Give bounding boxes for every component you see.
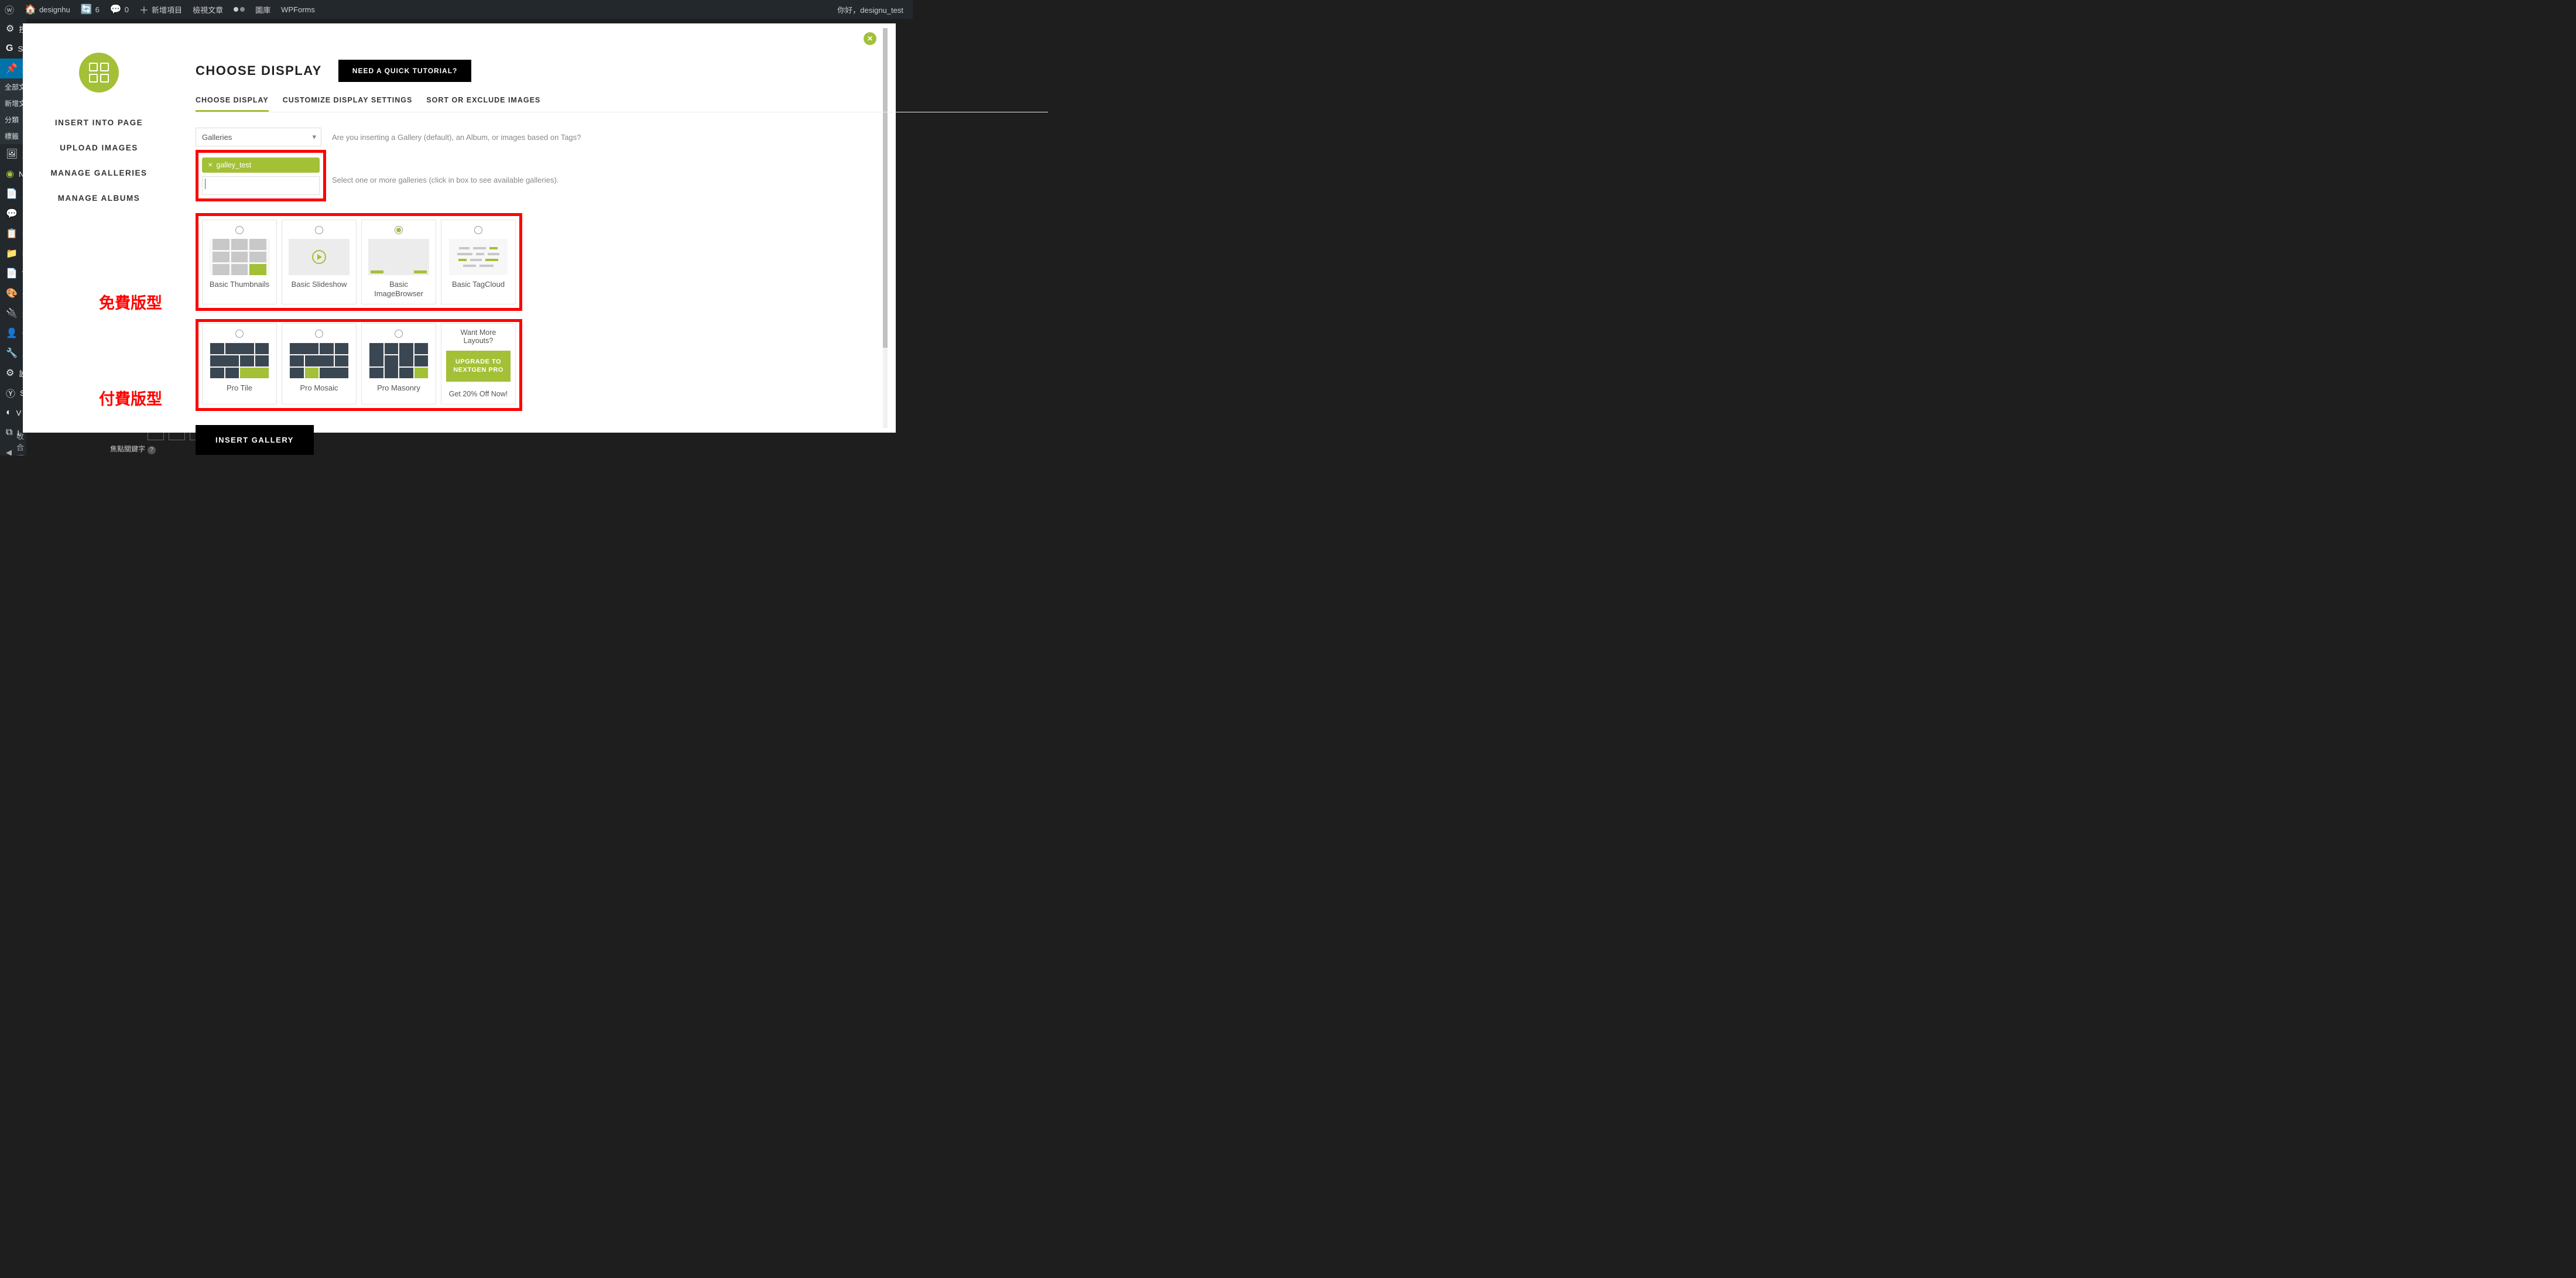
radio-icon[interactable] <box>395 226 403 234</box>
insert-gallery-button[interactable]: INSERT GALLERY <box>196 425 314 455</box>
display-basic-thumbnails[interactable]: Basic Thumbnails <box>202 220 277 304</box>
radio-icon[interactable] <box>395 330 403 338</box>
upgrade-button[interactable]: UPGRADE TO NEXTGEN PRO <box>446 351 511 382</box>
nextgen-modal: ✕ INSERT INTO PAGE UPLOAD IMAGES MANAGE … <box>23 23 896 433</box>
pro-display-group: Pro Tile Pro Mosaic <box>196 319 522 411</box>
upgrade-card: Want More Layouts? UPGRADE TO NEXTGEN PR… <box>441 323 516 405</box>
nextgen-logo-icon <box>79 53 119 92</box>
page-title: CHOOSE DISPLAY <box>196 63 322 78</box>
wp-logo-icon[interactable]: ⓦ <box>5 2 14 16</box>
radio-icon[interactable] <box>235 330 244 338</box>
sidebar-manage-galleries[interactable]: MANAGE GALLERIES <box>23 160 175 186</box>
view-post-link[interactable]: 檢視文章 <box>193 4 223 15</box>
radio-icon[interactable] <box>315 330 323 338</box>
display-basic-imagebrowser[interactable]: Basic ImageBrowser <box>361 220 436 304</box>
radio-icon[interactable] <box>235 226 244 234</box>
new-item-link[interactable]: ＋新增項目 <box>139 2 182 16</box>
modal-sidebar: INSERT INTO PAGE UPLOAD IMAGES MANAGE GA… <box>23 23 175 433</box>
gallery-chip[interactable]: ✕galley_test <box>202 157 320 173</box>
free-display-group: Basic Thumbnails Basic Slideshow Basic I… <box>196 213 522 311</box>
tabs: CHOOSE DISPLAY CUSTOMIZE DISPLAY SETTING… <box>196 96 1048 112</box>
display-basic-tagcloud[interactable]: Basic TagCloud <box>441 220 516 304</box>
play-icon <box>312 250 326 264</box>
upgrade-discount-link[interactable]: Get 20% Off Now! <box>449 390 508 398</box>
gallery-select-hint: Select one or more galleries (click in b… <box>332 176 559 184</box>
site-name[interactable]: 🏠designhu <box>25 4 70 15</box>
tutorial-button[interactable]: NEED A QUICK TUTORIAL? <box>338 60 472 82</box>
radio-icon[interactable] <box>315 226 323 234</box>
howdy-user[interactable]: 你好，designu_test <box>837 4 908 15</box>
display-basic-slideshow[interactable]: Basic Slideshow <box>282 220 357 304</box>
radio-icon[interactable] <box>474 226 482 234</box>
selected-galleries-area: ✕galley_test <box>196 150 326 201</box>
wpforms-link[interactable]: WPForms <box>281 5 315 14</box>
modal-main: CHOOSE DISPLAY NEED A QUICK TUTORIAL? CH… <box>175 60 1048 455</box>
close-icon[interactable]: ✕ <box>864 32 876 45</box>
gallery-select-input[interactable] <box>202 176 320 195</box>
comments-link[interactable]: 💬0 <box>110 4 129 15</box>
focus-keyword-label: 焦點關鍵字? <box>110 444 156 454</box>
help-icon[interactable]: ? <box>148 446 156 454</box>
chip-remove-icon[interactable]: ✕ <box>208 162 213 169</box>
gallery-lib-link[interactable]: 圖庫 <box>255 4 270 15</box>
tab-customize[interactable]: CUSTOMIZE DISPLAY SETTINGS <box>283 96 413 112</box>
annotation-free: 免費版型 <box>99 290 162 313</box>
wp-side-collapse[interactable]: ◀收合選單 <box>0 443 26 455</box>
sidebar-upload-images[interactable]: UPLOAD IMAGES <box>23 135 175 160</box>
display-pro-masonry[interactable]: Pro Masonry <box>361 323 436 405</box>
annotation-paid: 付費版型 <box>99 386 162 409</box>
display-pro-tile[interactable]: Pro Tile <box>202 323 277 405</box>
tab-choose-display[interactable]: CHOOSE DISPLAY <box>196 96 269 112</box>
sidebar-manage-albums[interactable]: MANAGE ALBUMS <box>23 186 175 211</box>
tab-sort-exclude[interactable]: SORT OR EXCLUDE IMAGES <box>426 96 540 112</box>
yoast-indicator[interactable] <box>234 7 245 12</box>
sidebar-insert-page[interactable]: INSERT INTO PAGE <box>23 110 175 135</box>
updates-link[interactable]: 🔄6 <box>81 4 100 15</box>
display-pro-mosaic[interactable]: Pro Mosaic <box>282 323 357 405</box>
wp-adminbar: ⓦ 🏠designhu 🔄6 💬0 ＋新增項目 檢視文章 圖庫 WPForms … <box>0 0 913 19</box>
source-type-select[interactable]: Galleries <box>196 128 321 146</box>
source-hint: Are you inserting a Gallery (default), a… <box>332 133 581 142</box>
